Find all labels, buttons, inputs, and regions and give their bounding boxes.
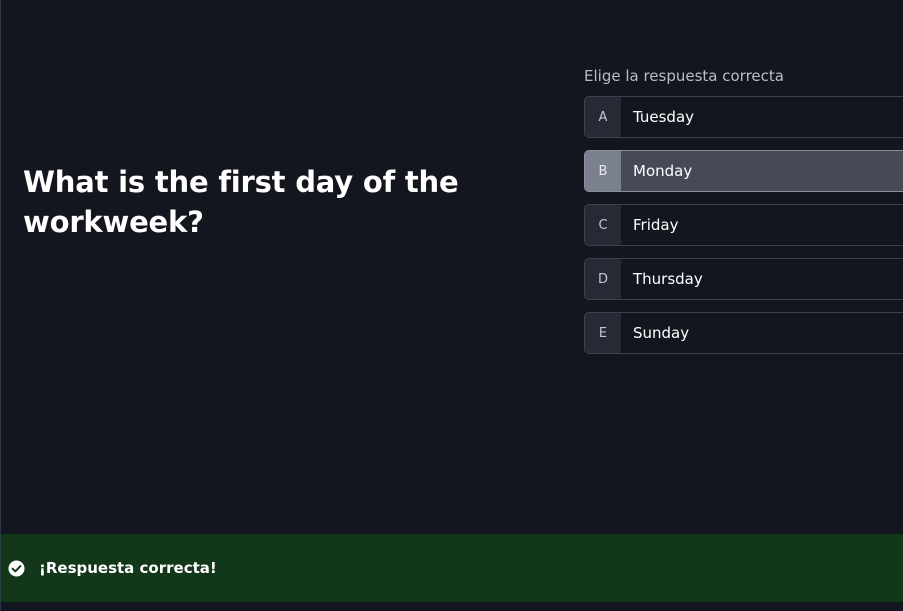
answer-options-panel: Elige la respuesta correcta A Tuesday B … [584,64,903,366]
question-text: What is the first day of the workweek? [23,165,459,239]
option-letter: D [585,259,621,299]
option-label: Sunday [633,324,690,342]
option-d[interactable]: D Thursday [584,258,903,300]
feedback-bar: ¡Respuesta correcta! [1,534,903,602]
answers-prompt: Elige la respuesta correcta [584,67,784,85]
bottom-strip [1,602,903,611]
option-c[interactable]: C Friday [584,204,903,246]
option-label: Friday [633,216,679,234]
feedback-text: ¡Respuesta correcta! [39,559,217,577]
option-e[interactable]: E Sunday [584,312,903,354]
option-label: Thursday [633,270,703,288]
option-letter: C [585,205,621,245]
check-circle-icon [7,559,25,577]
option-a[interactable]: A Tuesday [584,96,903,138]
option-letter: B [585,151,621,191]
option-label: Monday [633,162,693,180]
option-letter: A [585,97,621,137]
quiz-screen: What is the first day of the workweek? E… [0,0,903,611]
option-b[interactable]: B Monday [584,150,903,192]
option-letter: E [585,313,621,353]
option-label: Tuesday [633,108,695,126]
